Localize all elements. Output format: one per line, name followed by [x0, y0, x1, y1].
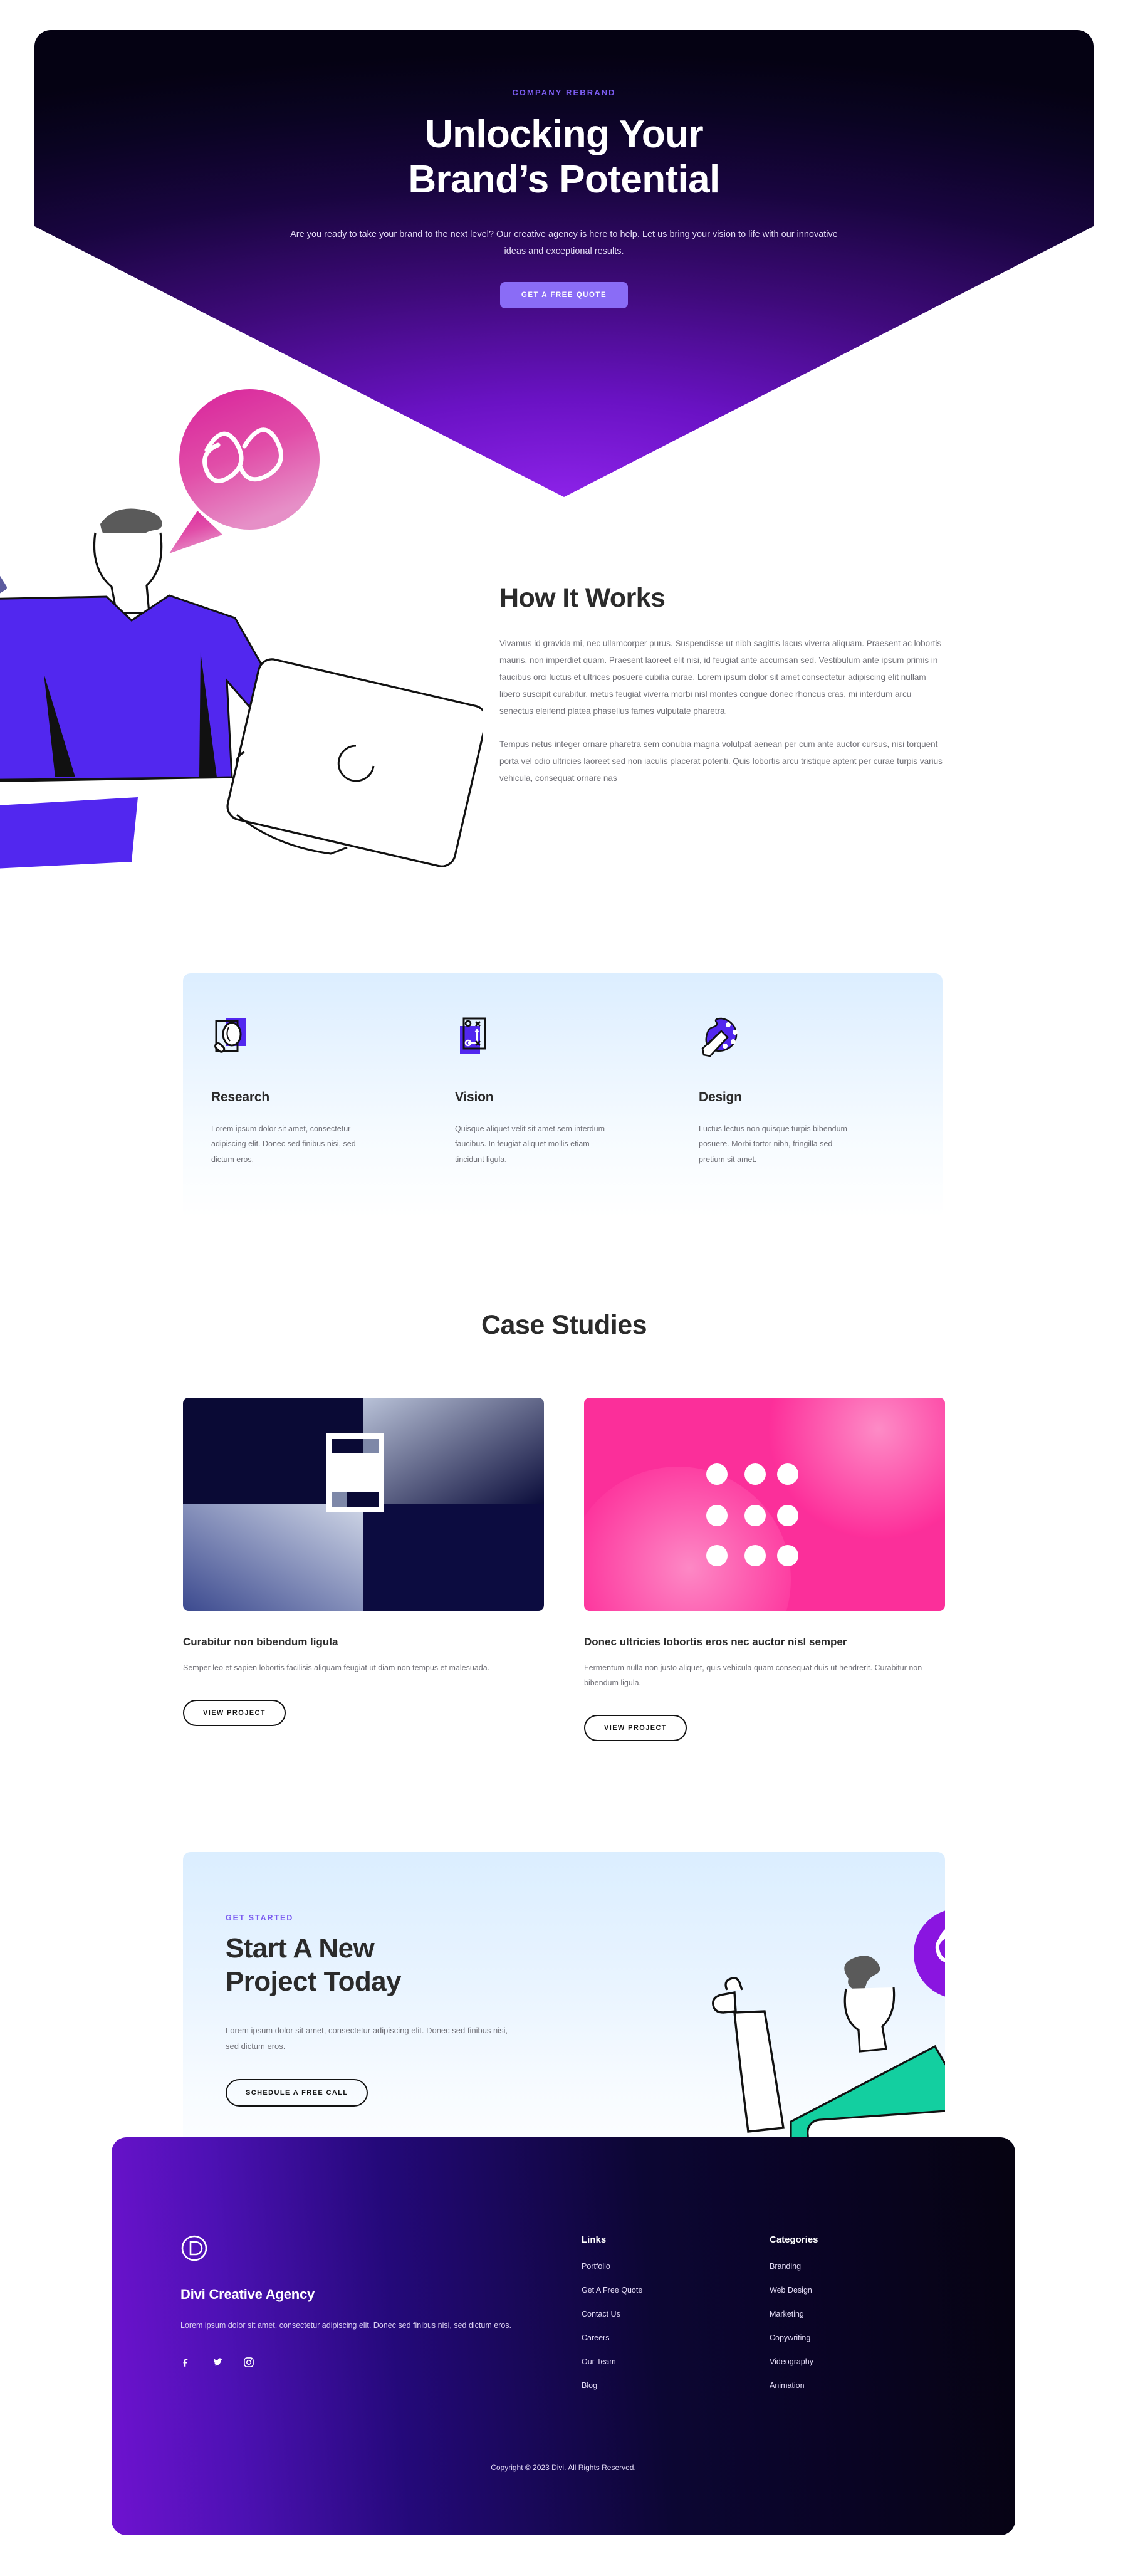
features-section: Research Lorem ipsum dolor sit amet, con… [183, 973, 943, 1218]
case-studies-title: Case Studies [481, 1310, 647, 1340]
list-item: Our Team [582, 2356, 770, 2367]
divi-logo-icon[interactable] [180, 2234, 208, 2262]
cta-title: Start A New Project Today [226, 1932, 551, 1999]
feature-text: Quisque aliquet velit sit amet sem inter… [455, 1124, 605, 1164]
how-it-works-paragraph-1: Vivamus id gravida mi, nec ullamcorper p… [499, 639, 942, 716]
schedule-a-free-call-button[interactable]: SCHEDULE A FREE CALL [226, 2079, 368, 2107]
footer-category-videography[interactable]: Videography [770, 2357, 813, 2366]
list-item: Portfolio [582, 2261, 770, 2272]
cta-eyebrow: GET STARTED [226, 1914, 294, 1922]
case-study-card: Donec ultricies lobortis eros nec auctor… [584, 1398, 945, 1741]
twitter-icon[interactable] [212, 2357, 223, 2368]
hero-title-line-1: Unlocking Your [424, 113, 704, 156]
cta-illustration [712, 1910, 945, 2181]
how-it-works-title: How It Works [499, 583, 666, 613]
footer-brand-text: Lorem ipsum dolor sit amet, consectetur … [180, 2321, 512, 2330]
site-footer: Divi Creative Agency Lorem ipsum dolor s… [112, 2137, 1015, 2535]
list-item: Careers [582, 2332, 770, 2343]
feature-text: Lorem ipsum dolor sit amet, consectetur … [211, 1124, 356, 1164]
footer-category-copywriting[interactable]: Copywriting [770, 2333, 810, 2342]
list-item: Branding [770, 2261, 958, 2272]
footer-brand-column: Divi Creative Agency Lorem ipsum dolor s… [180, 2234, 582, 2404]
footer-category-marketing[interactable]: Marketing [770, 2310, 804, 2318]
pink-dot-grid-thumbnail[interactable] [584, 1398, 945, 1611]
footer-categories-column: Categories Branding Web Design Marketing… [770, 2234, 958, 2404]
dark-navy-grid-thumbnail[interactable] [183, 1398, 544, 1611]
cta-section: GET STARTED Start A New Project Today Lo… [183, 1852, 945, 2181]
footer-columns: Divi Creative Agency Lorem ipsum dolor s… [180, 2234, 958, 2404]
list-item: Animation [770, 2380, 958, 2391]
footer-link-our-team[interactable]: Our Team [582, 2357, 616, 2366]
person-left-head [843, 1987, 896, 2053]
case-study-title: Curabitur non bibendum ligula [183, 1636, 338, 1648]
hero-subtitle: Are you ready to take your brand to the … [290, 229, 838, 257]
footer-brand-name: Divi Creative Agency [180, 2286, 315, 2302]
pink-speech-bubble-icon [169, 389, 320, 553]
case-studies-grid: Curabitur non bibendum ligula Semper leo… [183, 1398, 945, 1741]
hero-title-line-2: Brand’s Potential [408, 157, 720, 201]
feature-title: Vision [455, 1090, 494, 1104]
footer-links-column: Links Portfolio Get A Free Quote Contact… [582, 2234, 770, 2404]
how-it-works-text-column: How It Works Vivamus id gravida mi, nec … [499, 583, 951, 787]
arm [733, 2010, 785, 2133]
list-item: Videography [770, 2356, 958, 2367]
footer-link-get-a-free-quote[interactable]: Get A Free Quote [582, 2286, 642, 2295]
case-study-title: Donec ultricies lobortis eros nec auctor… [584, 1636, 847, 1648]
paint-palette-icon [699, 1017, 744, 1059]
feature-title: Design [699, 1090, 742, 1104]
list-item: Marketing [770, 2308, 958, 2320]
cta-title-line-2: Project Today [226, 1966, 402, 1997]
footer-category-animation[interactable]: Animation [770, 2381, 805, 2390]
view-project-button[interactable]: VIEW PROJECT [183, 1699, 286, 1726]
hand [712, 1991, 737, 2014]
footer-categories-list: Branding Web Design Marketing Copywritin… [770, 2261, 958, 2391]
get-a-free-quote-button[interactable]: GET A FREE QUOTE [499, 281, 629, 308]
hero-eyebrow: COMPANY REBRAND [512, 88, 616, 97]
person-left-hair [844, 1956, 880, 1991]
list-item: Contact Us [582, 2308, 770, 2320]
footer-link-blog[interactable]: Blog [582, 2381, 597, 2390]
cta-title-line-1: Start A New [226, 1933, 375, 1964]
purple-speech-bubble-icon [914, 1910, 945, 1997]
instagram-icon[interactable] [243, 2357, 254, 2368]
footer-category-web-design[interactable]: Web Design [770, 2286, 812, 2295]
page-title: Unlocking Your Brand’s Potential [408, 112, 720, 202]
cta-text: Lorem ipsum dolor sit amet, consectetur … [226, 2025, 508, 2051]
how-it-works-section: How It Works Vivamus id gravida mi, nec … [0, 564, 1128, 890]
list-item: Copywriting [770, 2332, 958, 2343]
strategy-board-icon [455, 1017, 500, 1059]
hero-section: COMPANY REBRAND Unlocking Your Brand’s P… [0, 0, 1128, 869]
facebook-icon[interactable] [180, 2357, 192, 2368]
thumb [724, 1977, 743, 1991]
view-project-button[interactable]: VIEW PROJECT [584, 1714, 687, 1741]
footer-social-links [180, 2357, 582, 2368]
magnifier-document-icon [211, 1017, 256, 1059]
cta-text-column: GET STARTED Start A New Project Today Lo… [226, 1914, 551, 2107]
case-study-card: Curabitur non bibendum ligula Semper leo… [183, 1398, 544, 1741]
hero-content: COMPANY REBRAND Unlocking Your Brand’s P… [0, 0, 1128, 351]
list-item: Web Design [770, 2285, 958, 2296]
case-study-text: Fermentum nulla non justo aliquet, quis … [584, 1663, 922, 1687]
footer-category-branding[interactable]: Branding [770, 2262, 801, 2271]
feature-card-design: Design Luctus lectus non quisque turpis … [699, 1017, 943, 1218]
copyright-text: Copyright © 2023 Divi. All Rights Reserv… [491, 2463, 636, 2472]
list-item: Get A Free Quote [582, 2285, 770, 2296]
case-study-text: Semper leo et sapien lobortis facilisis … [183, 1663, 490, 1672]
footer-links-heading: Links [582, 2234, 607, 2245]
feature-card-research: Research Lorem ipsum dolor sit amet, con… [211, 1017, 455, 1218]
features-grid: Research Lorem ipsum dolor sit amet, con… [183, 973, 943, 1218]
feature-title: Research [211, 1090, 269, 1104]
footer-links-list: Portfolio Get A Free Quote Contact Us Ca… [582, 2261, 770, 2391]
footer-link-portfolio[interactable]: Portfolio [582, 2262, 610, 2271]
footer-link-contact-us[interactable]: Contact Us [582, 2310, 620, 2318]
feature-card-vision: Vision Quisque aliquet velit sit amet se… [455, 1017, 699, 1218]
how-it-works-paragraph-2: Tempus netus integer ornare pharetra sem… [499, 740, 943, 783]
feature-text: Luctus lectus non quisque turpis bibendu… [699, 1124, 847, 1164]
footer-categories-heading: Categories [770, 2234, 818, 2245]
list-item: Blog [582, 2380, 770, 2391]
footer-link-careers[interactable]: Careers [582, 2333, 609, 2342]
